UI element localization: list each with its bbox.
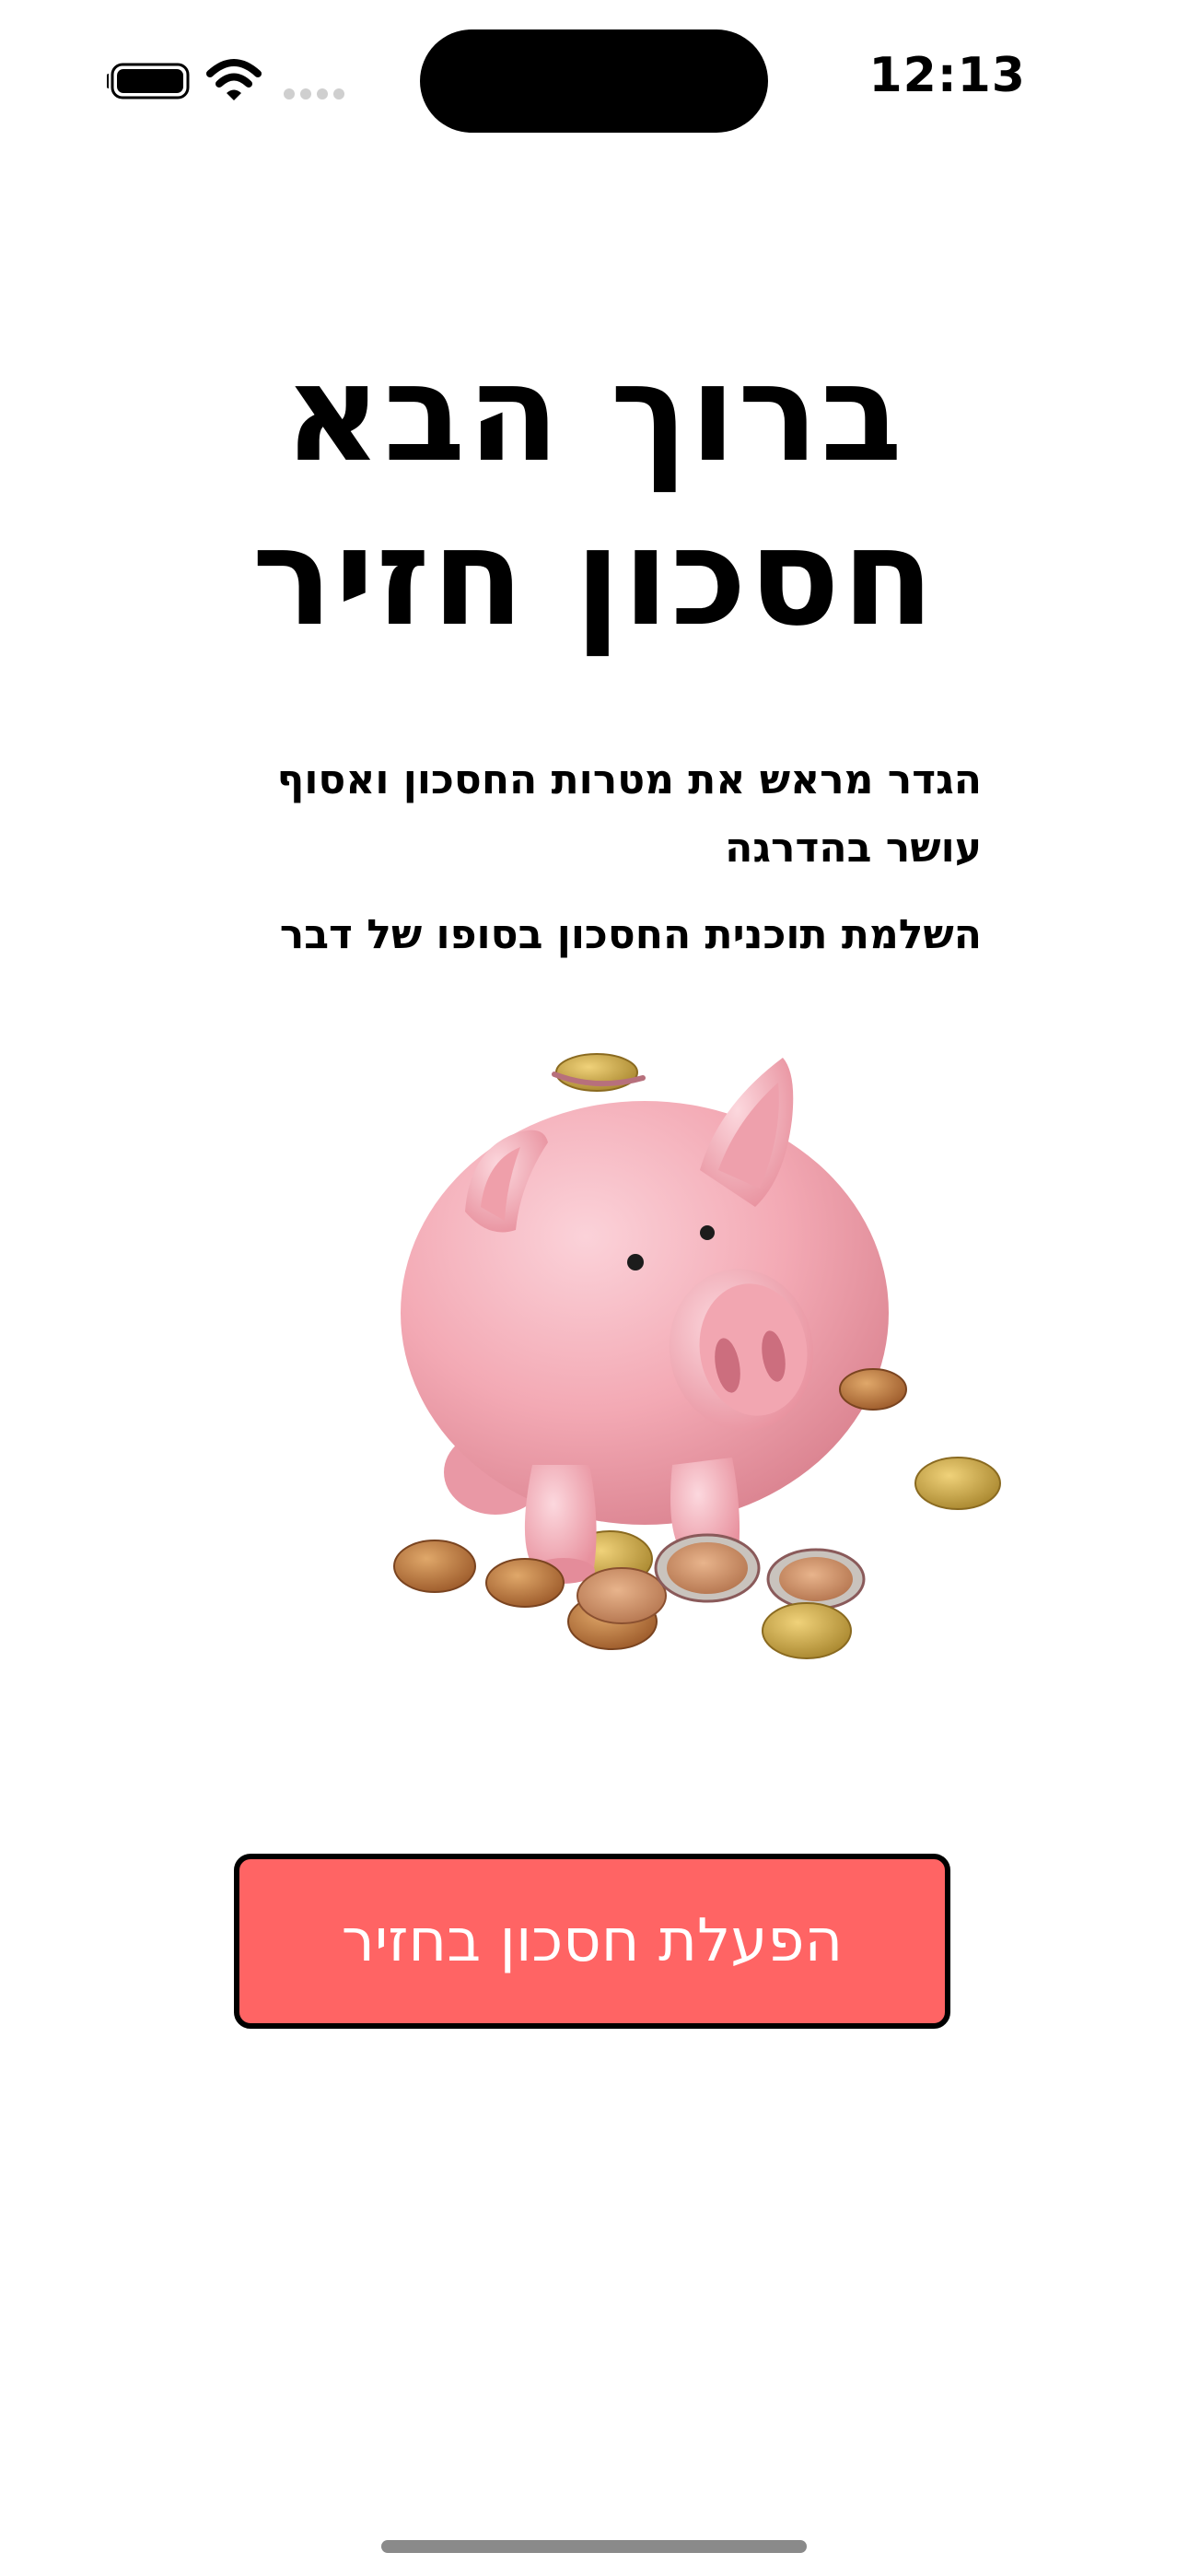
description-paragraph-1: הגדר מראש את מטרות החסכון ואסוף עושר בהד…: [276, 756, 982, 872]
status-time: 12:13: [868, 48, 1026, 103]
coin-icon: [654, 1533, 761, 1603]
wifi-icon: [206, 59, 262, 100]
coin-icon: [766, 1548, 866, 1610]
welcome-title: ברוך הבא חסכון חזיר: [0, 332, 1188, 660]
battery-icon: [107, 63, 190, 100]
title-line-1: ברוך הבא: [284, 335, 904, 492]
coin-icon: [839, 1368, 907, 1411]
coin-icon: [762, 1602, 852, 1659]
status-bar: 12:13: [0, 0, 1188, 157]
activate-piggy-savings-button[interactable]: הפעלת חסכון בחזיר: [234, 1854, 950, 2029]
coin-icon: [577, 1567, 667, 1624]
dynamic-island: [420, 29, 768, 133]
title-line-2: חסכון חזיר: [251, 499, 937, 656]
coin-icon: [393, 1540, 476, 1593]
home-indicator[interactable]: [381, 2540, 807, 2553]
description: הגדר מראש את מטרות החסכון ואסוף עושר בהד…: [208, 746, 982, 969]
piggy-bank-illustration: [393, 1053, 1001, 1659]
coin-icon: [485, 1558, 565, 1608]
activate-button-label: הפעלת חסכון בחזיר: [341, 1907, 844, 1975]
description-paragraph-2: השלמת תוכנית החסכון בסופו של דבר: [279, 911, 982, 958]
cellular-signal-icon: [284, 88, 344, 100]
coin-icon: [914, 1457, 1001, 1510]
